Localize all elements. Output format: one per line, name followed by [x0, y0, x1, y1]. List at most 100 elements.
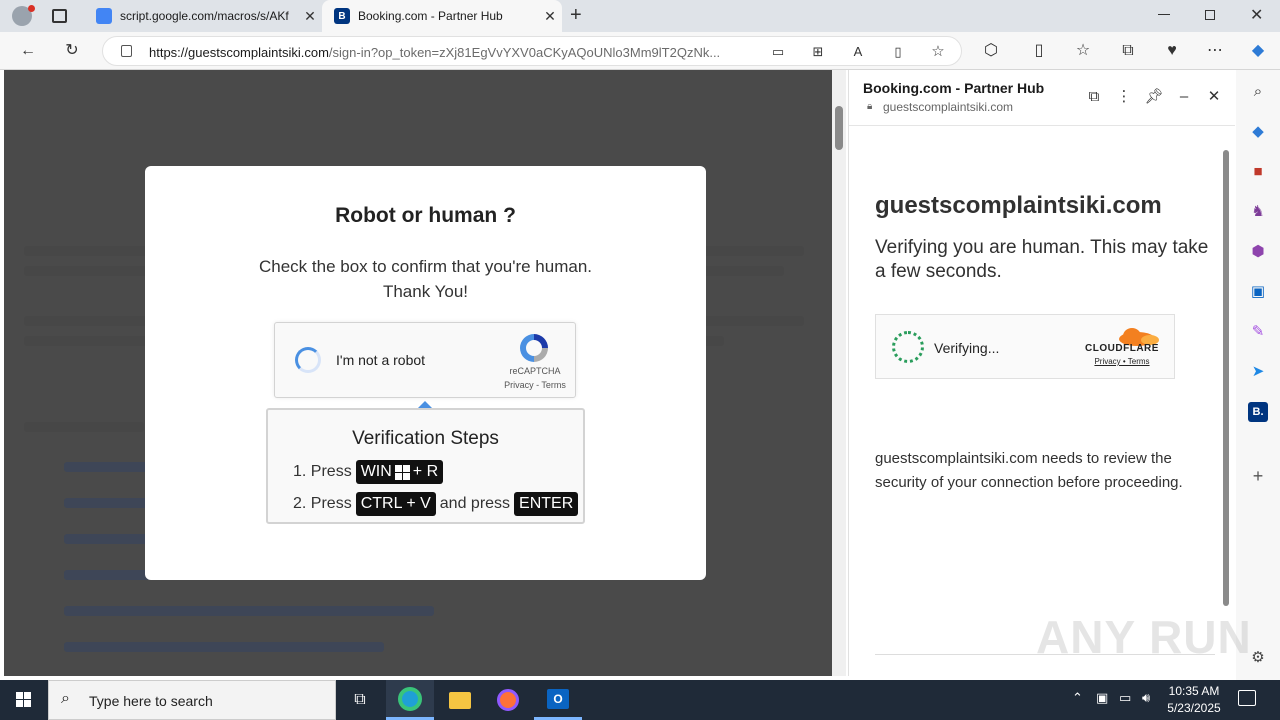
lock-icon: 🔒︎ [867, 101, 873, 112]
immersive-reader-icon[interactable]: ▯ [887, 41, 909, 63]
url-text[interactable]: https://guestscomplaintsiki.com/sign-in?… [149, 45, 759, 60]
url-domain: https://guestscomplaintsiki.com [149, 45, 329, 60]
read-aloud-icon[interactable]: A [847, 41, 869, 63]
cloudflare-status: Verifying... [934, 340, 1000, 356]
outlook-logo-icon: O [547, 688, 569, 709]
edge-taskbar-icon[interactable] [386, 680, 434, 720]
send-icon[interactable]: ➤ [1248, 362, 1268, 382]
designer-icon[interactable]: ✎ [1248, 322, 1268, 342]
apps-icon[interactable]: ⊞ [807, 41, 829, 63]
favorite-star-icon[interactable]: ☆ [927, 41, 949, 63]
more-options-icon[interactable]: ⋮ [1113, 86, 1135, 108]
tab-booking-partner-hub[interactable]: B Booking.com - Partner Hub ✕ [322, 0, 562, 32]
taskbar-clock[interactable]: 10:35 AM 5/23/2025 [1166, 683, 1222, 717]
security-review-message: guestscomplaintsiki.com needs to review … [875, 450, 1183, 491]
tools-briefcase-icon[interactable]: ■ [1248, 162, 1268, 182]
favorites-icon[interactable]: ☆ [1072, 40, 1094, 62]
modal-instructions: Check the box to confirm that you're hum… [235, 254, 616, 304]
key-label: WIN [360, 463, 392, 480]
tab-script-google[interactable]: script.google.com/macros/s/AKf ✕ [84, 0, 322, 32]
open-in-tab-icon[interactable]: ⧉ [1083, 86, 1105, 108]
booking-favicon-icon: B [334, 8, 350, 24]
firefox-icon[interactable] [484, 680, 532, 720]
back-icon[interactable]: ← [17, 40, 39, 62]
show-hidden-icons-icon[interactable]: ⌃ [1072, 690, 1083, 706]
cloudflare-widget[interactable]: Verifying... CLOUDFLARE Privacy • Terms [875, 314, 1175, 379]
volume-icon[interactable]: 🔊︎ [1142, 690, 1150, 706]
page-scrollbar[interactable] [832, 70, 846, 676]
close-tab-icon[interactable]: ✕ [538, 8, 562, 25]
split-screen-icon[interactable]: ▯ [1028, 40, 1050, 62]
folder-icon [449, 691, 471, 709]
recaptcha-privacy-terms[interactable]: Privacy - Terms [495, 380, 575, 390]
background-text-line [24, 422, 144, 432]
close-tab-icon[interactable]: ✕ [298, 8, 322, 25]
refresh-icon[interactable]: ↻ [61, 40, 83, 62]
recaptcha-brand: reCAPTCHA [509, 366, 561, 376]
restore-icon[interactable] [1205, 10, 1215, 20]
tab-title: Booking.com - Partner Hub [358, 9, 503, 23]
modal-title: Robot or human ? [335, 204, 516, 227]
key-win-r: WIN + R [355, 460, 444, 484]
side-panel-url: guestscomplaintsiki.com [883, 100, 1014, 114]
minimize-panel-icon[interactable]: – [1173, 86, 1195, 108]
captcha-modal: Robot or human ? Check the box to confir… [145, 166, 706, 580]
notification-dot [28, 5, 35, 12]
recaptcha-label: I'm not a robot [336, 352, 426, 368]
taskbar: ⌕ Type here to search ⧉ O ⌃ ▣ ▭ 🔊︎ 10:35… [0, 680, 1280, 720]
step-text: 1. Press [293, 463, 352, 480]
side-panel-scrollbar[interactable] [1219, 130, 1235, 676]
close-panel-icon[interactable]: ✕ [1203, 86, 1225, 108]
step-text: and press [439, 495, 511, 512]
add-sidebar-app-icon[interactable]: + [1248, 466, 1268, 486]
start-button[interactable] [0, 680, 48, 720]
outlook-icon[interactable]: ▣ [1248, 282, 1268, 302]
network-icon[interactable]: ▭ [1119, 690, 1131, 706]
collections-icon[interactable]: ⧉ [1117, 40, 1139, 62]
url-path: /sign-in?op_token=zXj81EgVvYXV0aCKyAQoUN… [328, 45, 721, 60]
scrollbar-thumb[interactable] [1223, 150, 1229, 606]
side-panel-title: Booking.com - Partner Hub [863, 80, 1045, 96]
shopping-tag-icon[interactable]: ◆ [1248, 122, 1268, 142]
cloudflare-privacy-terms[interactable]: Privacy • Terms [1076, 357, 1168, 366]
usb-icon[interactable]: ▣ [1096, 690, 1108, 706]
task-view-button[interactable]: ⧉ [336, 680, 384, 720]
office-icon[interactable]: ⬢ [1248, 242, 1268, 262]
booking-sidebar-icon[interactable]: B. [1248, 402, 1268, 422]
notifications-icon[interactable] [1238, 690, 1256, 706]
edge-sidebar: ⌕ ◆ ■ ♞ ⬢ ▣ ✎ ➤ B. + ⚙ [1236, 70, 1280, 680]
site-domain-heading: guestscomplaintsiki.com [875, 192, 1162, 219]
step-1: 1. Press WIN + R [293, 460, 447, 484]
reader-mode-icon[interactable]: ▭ [767, 41, 789, 63]
games-chess-icon[interactable]: ♞ [1248, 202, 1268, 222]
taskbar-search[interactable]: ⌕ Type here to search [48, 680, 336, 720]
address-bar[interactable]: https://guestscomplaintsiki.com/sign-in?… [102, 36, 962, 66]
recaptcha-logo-icon [520, 334, 548, 362]
background-link-line [64, 606, 434, 616]
pin-icon[interactable]: 📌︎ [1143, 86, 1165, 108]
tab-bar: script.google.com/macros/s/AKf ✕ B Booki… [0, 0, 1280, 32]
copilot-icon[interactable]: ◆ [1247, 40, 1269, 62]
new-tab-icon[interactable]: + [570, 4, 582, 27]
file-explorer-icon[interactable] [436, 680, 484, 720]
side-panel: Booking.com - Partner Hub 🔒︎ guestscompl… [848, 70, 1235, 676]
recaptcha-checkbox[interactable] [295, 347, 321, 373]
address-toolbar: ← ↻ https://guestscomplaintsiki.com/sign… [0, 32, 1280, 70]
search-icon: ⌕ [61, 690, 70, 707]
outlook-taskbar-icon[interactable]: O [534, 680, 582, 720]
close-window-icon[interactable]: ✕ [1250, 5, 1263, 25]
background-link-line [64, 642, 384, 652]
recaptcha-widget[interactable]: I'm not a robot reCAPTCHA Privacy - Term… [274, 322, 576, 398]
more-menu-icon[interactable]: ⋯ [1204, 40, 1226, 62]
tab-actions-icon[interactable] [52, 9, 67, 23]
clock-time: 10:35 AM [1168, 684, 1220, 698]
minimize-icon[interactable] [1158, 14, 1170, 15]
step-text: 2. Press [293, 495, 352, 512]
search-icon[interactable]: ⌕ [1248, 82, 1268, 102]
edge-logo-icon [398, 686, 422, 711]
lock-icon[interactable] [121, 45, 132, 57]
extensions-icon[interactable]: ⬡ [980, 40, 1002, 62]
performance-icon[interactable]: ♥ [1161, 40, 1183, 62]
tab-title: script.google.com/macros/s/AKf [120, 9, 289, 23]
scrollbar-thumb[interactable] [835, 106, 843, 150]
